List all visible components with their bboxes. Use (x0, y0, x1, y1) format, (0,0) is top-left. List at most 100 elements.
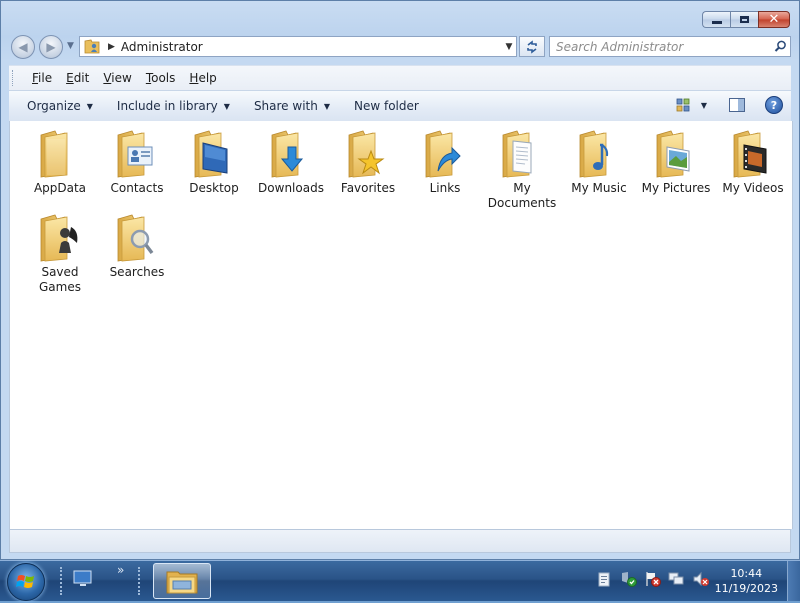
quicklaunch-more-button[interactable]: » (117, 563, 124, 577)
address-bar[interactable]: ▶ Administrator ▼ (79, 36, 517, 57)
minimize-icon (711, 21, 722, 24)
caption-buttons: ✕ (702, 11, 790, 28)
folder-links[interactable]: Links (407, 123, 483, 196)
folder-downloads[interactable]: Downloads (253, 123, 329, 196)
navigation-row: ◀ ▶ ▼ ▶ Administrator ▼ (1, 34, 799, 60)
menu-bar: File Edit View Tools Help (9, 65, 791, 90)
folder-my-music[interactable]: My Music (561, 123, 637, 196)
taskbar-grip[interactable] (60, 567, 66, 595)
item-label: Downloads (258, 181, 324, 195)
arrow-right-icon: ▶ (46, 40, 56, 54)
item-label: AppData (33, 181, 87, 195)
menu-tools[interactable]: Tools (139, 71, 183, 85)
item-label: My Videos (722, 181, 784, 195)
menu-edit[interactable]: Edit (59, 71, 96, 85)
command-bar-right: ▼ ? (675, 96, 783, 114)
folder-my-videos[interactable]: My Videos (715, 123, 791, 196)
taskbar-grip[interactable] (138, 567, 144, 595)
include-in-library-button[interactable]: Include in library ▼ (107, 99, 240, 113)
item-label: Desktop (189, 181, 239, 195)
links-folder-icon (420, 129, 470, 179)
forward-button[interactable]: ▶ (39, 35, 63, 59)
documents-folder-icon (497, 129, 547, 179)
menu-file[interactable]: File (25, 71, 59, 85)
file-list: AppData Contacts Desktop Downloads Favor (9, 121, 793, 529)
arrow-left-icon: ◀ (18, 40, 28, 54)
folder-my-pictures[interactable]: My Pictures (638, 123, 714, 196)
folder-searches[interactable]: Searches (99, 207, 175, 280)
network-icon[interactable] (668, 571, 684, 587)
new-folder-button[interactable]: New folder (344, 99, 429, 113)
item-label: Contacts (110, 181, 164, 195)
desktop-folder-icon (189, 129, 239, 179)
menu-help[interactable]: Help (182, 71, 223, 85)
status-bar (9, 529, 791, 553)
volume-muted-icon[interactable] (692, 571, 709, 587)
searches-folder-icon (112, 213, 162, 263)
folder-appdata[interactable]: AppData (22, 123, 98, 196)
help-icon[interactable]: ? (765, 96, 783, 114)
security-shield-icon[interactable] (620, 571, 637, 587)
folder-my-documents[interactable]: My Documents (484, 123, 560, 211)
show-desktop-button[interactable] (787, 561, 800, 601)
organize-button[interactable]: Organize ▼ (17, 99, 103, 113)
clock[interactable]: 10:44 11/19/2023 (715, 566, 778, 596)
search-box[interactable] (549, 36, 791, 57)
maximize-button[interactable] (730, 11, 758, 28)
menu-bar-grip (12, 70, 17, 86)
taskbar-explorer-button[interactable] (153, 563, 211, 599)
item-label: Searches (109, 265, 165, 279)
close-icon: ✕ (768, 12, 780, 27)
clock-time: 10:44 (730, 567, 763, 580)
downloads-folder-icon (266, 129, 316, 179)
folder-saved-games[interactable]: Saved Games (22, 207, 98, 295)
command-bar: Organize ▼ Include in library ▼ Share with… (9, 90, 791, 122)
saved-games-folder-icon (35, 213, 85, 263)
music-folder-icon (574, 129, 624, 179)
show-desktop-quicklaunch-icon[interactable] (73, 570, 93, 588)
item-label: Saved Games (39, 265, 81, 294)
clock-date: 11/19/2023 (714, 582, 778, 595)
videos-folder-icon (728, 129, 778, 179)
favorites-folder-icon (343, 129, 393, 179)
pictures-folder-icon (651, 129, 701, 179)
change-view-button[interactable] (675, 97, 691, 113)
menu-view[interactable]: View (96, 71, 138, 85)
view-options-dropdown[interactable]: ▼ (701, 101, 707, 110)
item-label: My Music (571, 181, 627, 195)
search-icon[interactable] (770, 40, 790, 53)
minimize-button[interactable] (702, 11, 730, 28)
share-with-button[interactable]: Share with ▼ (244, 99, 340, 113)
chevron-down-icon: ▼ (86, 101, 93, 111)
taskbar: » 10:44 11/19/2023 (0, 560, 800, 601)
folder-favorites[interactable]: Favorites (330, 123, 406, 196)
folder-desktop[interactable]: Desktop (176, 123, 252, 196)
contacts-folder-icon (112, 129, 162, 179)
maximize-icon (740, 16, 749, 23)
search-input[interactable] (550, 37, 770, 56)
refresh-icon (527, 39, 537, 54)
chevron-right-icon[interactable]: ▶ (108, 42, 115, 52)
windows-logo-icon (16, 575, 34, 588)
refresh-button[interactable] (519, 36, 545, 57)
folder-icon (35, 129, 85, 179)
action-center-flag-icon[interactable] (644, 571, 661, 587)
chevron-down-icon: ▼ (323, 101, 330, 111)
user-folder-icon (84, 39, 102, 54)
item-label: My Pictures (641, 181, 711, 195)
folder-contacts[interactable]: Contacts (99, 123, 175, 196)
view-grid-icon (676, 98, 690, 112)
chevron-down-icon: ▼ (223, 101, 230, 111)
back-button[interactable]: ◀ (11, 35, 35, 59)
clipboard-icon[interactable] (596, 571, 612, 587)
item-label: Links (429, 181, 461, 195)
address-dropdown-icon[interactable]: ▼ (502, 42, 516, 52)
address-location[interactable]: Administrator (121, 40, 502, 54)
preview-pane-button[interactable] (729, 97, 745, 113)
item-label: My Documents (487, 181, 557, 210)
system-tray (596, 571, 709, 587)
close-button[interactable]: ✕ (758, 11, 790, 28)
explorer-folder-icon (166, 571, 198, 594)
start-button[interactable] (7, 563, 45, 601)
recent-pages-dropdown[interactable]: ▼ (67, 41, 74, 51)
